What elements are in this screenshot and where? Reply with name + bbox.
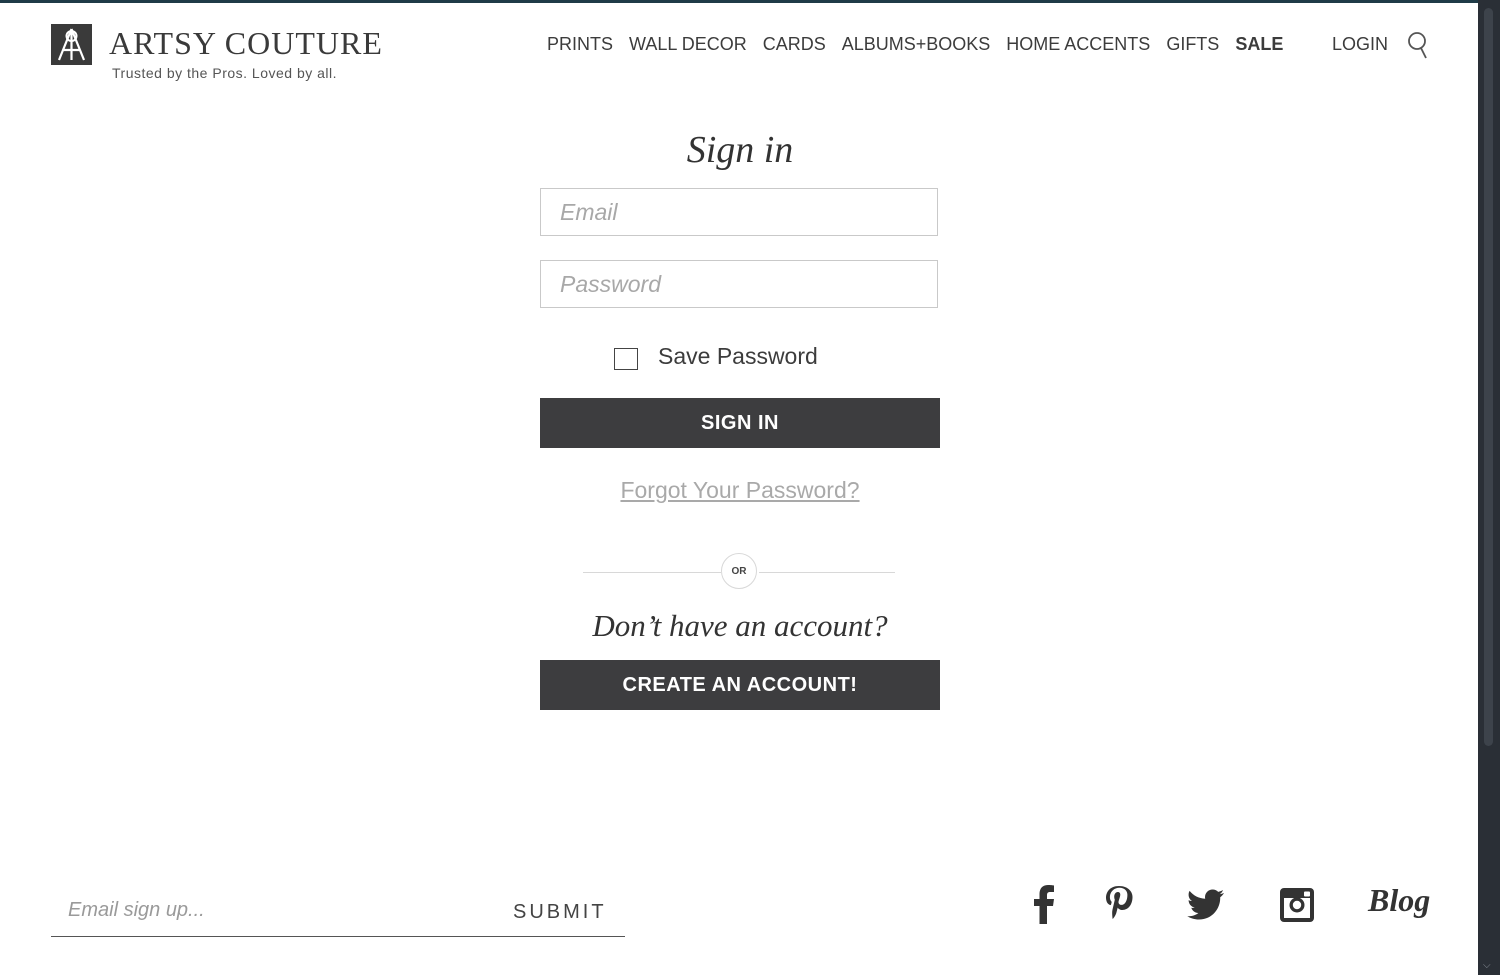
scrollbar-thumb[interactable] <box>1484 8 1493 746</box>
login-link[interactable]: LOGIN <box>1332 33 1388 55</box>
no-account-heading: Don’t have an account? <box>592 608 888 643</box>
brand-logo[interactable]: ARTSY COUTURE Trusted by the Pros. Loved… <box>51 24 383 81</box>
nav-gifts[interactable]: GIFTS <box>1166 33 1219 55</box>
create-account-button[interactable]: CREATE AN ACCOUNT! <box>540 660 940 710</box>
facebook-icon[interactable] <box>1032 884 1056 929</box>
scroll-down-arrow-icon[interactable]: ⌵ <box>1483 961 1491 971</box>
nav-wall-decor[interactable]: WALL DECOR <box>629 33 747 55</box>
save-password-row: Save Password <box>614 342 818 370</box>
divider-right <box>759 572 895 573</box>
twitter-icon[interactable] <box>1186 884 1226 929</box>
email-field-wrapper <box>540 188 938 236</box>
or-badge: OR <box>721 553 757 589</box>
brand-tagline: Trusted by the Pros. Loved by all. <box>112 65 338 81</box>
instagram-icon[interactable] <box>1279 884 1315 929</box>
password-input[interactable] <box>541 261 937 307</box>
nav-albums-books[interactable]: ALBUMS+BOOKS <box>842 33 991 55</box>
pinterest-icon[interactable] <box>1103 884 1135 929</box>
nav-sale[interactable]: SALE <box>1235 33 1283 55</box>
email-input[interactable] <box>541 189 937 235</box>
blog-link[interactable]: Blog <box>1368 882 1430 919</box>
main-nav: PRINTS WALL DECOR CARDS ALBUMS+BOOKS HOM… <box>547 33 1299 55</box>
newsletter-submit-button[interactable]: SUBMIT <box>507 900 613 925</box>
search-icon[interactable] <box>1406 30 1430 60</box>
newsletter-email-input[interactable] <box>66 898 470 923</box>
save-password-label[interactable]: Save Password <box>658 343 818 370</box>
newsletter-signup: SUBMIT <box>51 890 625 937</box>
password-field-wrapper <box>540 260 938 308</box>
nav-prints[interactable]: PRINTS <box>547 33 613 55</box>
vertical-scrollbar[interactable]: ⌵ <box>1478 0 1500 975</box>
brand-name: ARTSY COUTURE <box>109 25 383 61</box>
logo-mark-icon <box>51 24 92 65</box>
save-password-checkbox[interactable] <box>614 348 638 370</box>
forgot-password-link[interactable]: Forgot Your Password? <box>540 477 940 504</box>
divider-left <box>583 572 721 573</box>
nav-cards[interactable]: CARDS <box>763 33 826 55</box>
sign-in-button[interactable]: SIGN IN <box>540 398 940 448</box>
page-title: Sign in <box>686 129 794 171</box>
top-accent-bar <box>0 0 1478 3</box>
nav-home-accents[interactable]: HOME ACCENTS <box>1006 33 1150 55</box>
